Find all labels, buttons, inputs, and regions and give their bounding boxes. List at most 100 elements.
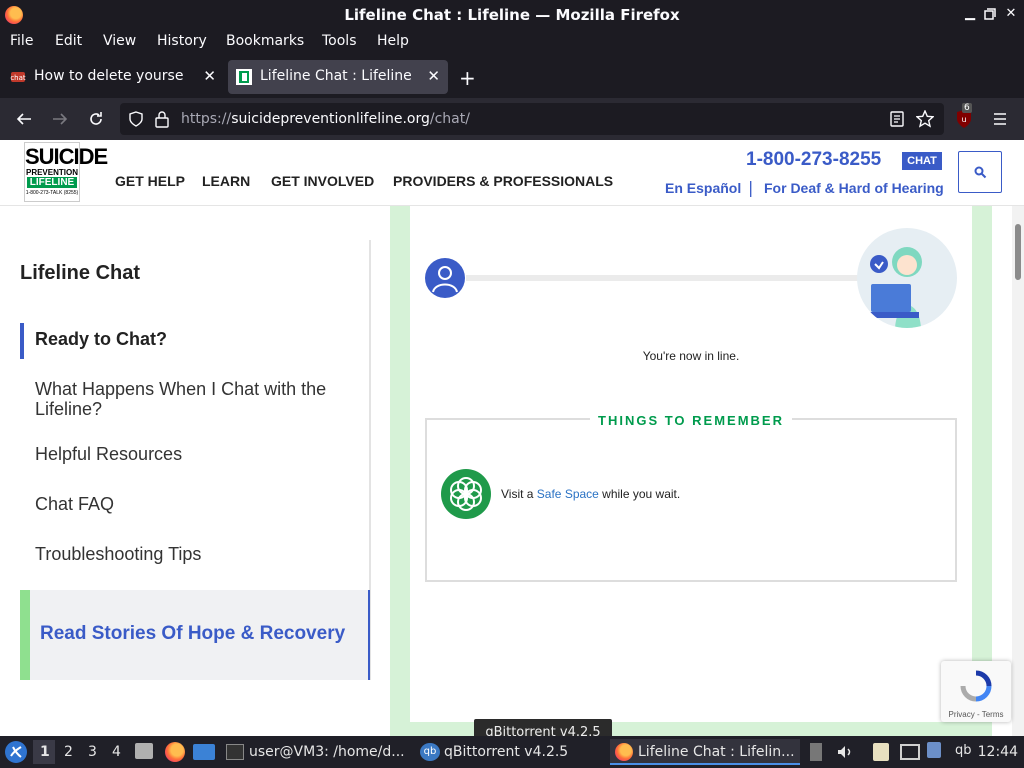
menu-tools[interactable]: Tools: [322, 33, 357, 49]
logo-text: 1-800-273-TALK (8255): [25, 190, 79, 196]
close-tab-icon[interactable]: ✕: [203, 67, 216, 85]
safe-space-text: Visit a Safe Space while you wait.: [501, 487, 681, 501]
taskbar-app-firefox[interactable]: Lifeline Chat : Lifelin...: [610, 739, 800, 765]
network-icon[interactable]: [900, 744, 920, 760]
new-tab-icon[interactable]: +: [459, 66, 476, 90]
chat-badge[interactable]: CHAT: [902, 152, 942, 170]
workspace-4[interactable]: 4: [112, 744, 121, 760]
things-to-remember-title: THINGS TO REMEMBER: [590, 413, 792, 428]
navigation-toolbar: https://suicidepreventionlifeline.org/ch…: [0, 98, 1024, 140]
close-tab-icon[interactable]: ✕: [427, 67, 440, 85]
file-manager-icon[interactable]: [135, 743, 153, 759]
stories-link[interactable]: Read Stories Of Hope & Recovery: [40, 623, 345, 645]
taskbar-app-label: Lifeline Chat : Lifelin...: [638, 744, 795, 760]
workspace-2[interactable]: 2: [64, 744, 73, 760]
search-icon: [974, 166, 987, 179]
sidebar-item-chat-faq[interactable]: Chat FAQ: [35, 494, 355, 514]
stories-callout[interactable]: Read Stories Of Hope & Recovery: [20, 590, 370, 680]
volume-icon[interactable]: [836, 743, 854, 761]
system-taskbar: 1 2 3 4 user@VM3: /home/d... qb qBittorr…: [0, 736, 1024, 768]
counselor-illustration-icon: [857, 228, 957, 328]
svg-text:u: u: [961, 115, 966, 124]
workspace-1[interactable]: 1: [40, 744, 50, 760]
notification-icon[interactable]: [927, 742, 941, 758]
safe-space-flower-icon: [441, 469, 491, 519]
safe-space-link[interactable]: Safe Space: [537, 487, 599, 501]
clipboard-icon[interactable]: [873, 743, 889, 761]
sidebar-item-what-happens[interactable]: What Happens When I Chat with the Lifeli…: [35, 379, 355, 419]
start-menu-icon[interactable]: [5, 741, 27, 763]
lifeline-favicon-icon: [236, 69, 252, 85]
chat-favicon-icon: chat: [10, 72, 26, 82]
restore-icon[interactable]: [981, 5, 999, 23]
window-title: Lifeline Chat : Lifeline — Mozilla Firef…: [344, 6, 680, 24]
menu-help[interactable]: Help: [377, 33, 409, 49]
phone-number-link[interactable]: 1-800-273-8255: [746, 149, 881, 171]
reader-view-icon[interactable]: [889, 111, 905, 127]
svg-text:chat: chat: [10, 74, 26, 82]
deaf-hard-of-hearing-link[interactable]: For Deaf & Hard of Hearing: [764, 180, 944, 196]
menu-edit[interactable]: Edit: [55, 33, 82, 49]
tab-delete-yourself[interactable]: chat How to delete yourself fr ✕: [2, 60, 224, 94]
nav-get-help[interactable]: GET HELP: [115, 173, 185, 189]
nav-learn[interactable]: LEARN: [202, 173, 250, 189]
nav-get-involved[interactable]: GET INVOLVED: [271, 173, 374, 189]
lock-icon[interactable]: [154, 110, 170, 128]
window-titlebar: Lifeline Chat : Lifeline — Mozilla Firef…: [0, 0, 1024, 30]
taskbar-app-terminal[interactable]: user@VM3: /home/d...: [222, 739, 412, 765]
nav-providers[interactable]: PROVIDERS & PROFESSIONALS: [393, 173, 613, 189]
tab-label: How to delete yourself fr: [34, 68, 184, 84]
sidebar-title: Lifeline Chat: [20, 262, 141, 284]
link-separator: |: [748, 178, 754, 197]
reload-icon[interactable]: [84, 107, 108, 131]
back-icon[interactable]: [12, 107, 36, 131]
queue-status-text: You're now in line.: [642, 349, 740, 363]
sidebar-item-ready-to-chat[interactable]: Ready to Chat?: [35, 329, 355, 349]
user-avatar-icon: [425, 258, 465, 298]
sidebar-item-troubleshooting[interactable]: Troubleshooting Tips: [35, 544, 355, 564]
taskbar-app-label: qBittorrent v4.2.5: [444, 744, 569, 760]
bookmark-star-icon[interactable]: [916, 110, 934, 128]
desktop-icon[interactable]: [193, 744, 215, 760]
logo-text: SUICIDE: [25, 144, 108, 169]
firefox-icon: [615, 743, 633, 761]
tab-lifeline-chat[interactable]: Lifeline Chat : Lifeline ✕: [228, 60, 448, 94]
shield-icon[interactable]: [128, 111, 144, 127]
url-text[interactable]: https://suicidepreventionlifeline.org/ch…: [181, 111, 470, 127]
page-scrollbar[interactable]: [1012, 206, 1024, 736]
workspace-3[interactable]: 3: [88, 744, 97, 760]
minimize-icon[interactable]: ▁: [961, 5, 979, 23]
logo-text: LIFELINE: [27, 177, 77, 188]
sidebar-item-helpful-resources[interactable]: Helpful Resources: [35, 444, 355, 464]
lifeline-logo[interactable]: SUICIDE PREVENTION LIFELINE 1-800-273-TA…: [24, 142, 108, 202]
close-window-icon[interactable]: ✕: [1002, 5, 1020, 23]
menu-bar: File Edit View History Bookmarks Tools H…: [0, 30, 1024, 56]
recaptcha-icon: [960, 670, 992, 702]
tab-bar: chat How to delete yourself fr ✕ Lifelin…: [0, 56, 1024, 98]
taskbar-app-qbittorrent[interactable]: qb qBittorrent v4.2.5: [416, 739, 606, 765]
terminal-icon: [226, 744, 244, 760]
tab-label: Lifeline Chat : Lifeline: [260, 68, 412, 84]
scrollbar-thumb[interactable]: [1015, 224, 1021, 280]
recaptcha-badge[interactable]: Privacy - Terms: [941, 661, 1011, 722]
taskbar-app-label: user@VM3: /home/d...: [249, 744, 405, 760]
tray-scroll-icon[interactable]: [810, 743, 822, 761]
espanol-link[interactable]: En Español: [665, 180, 741, 196]
active-indicator: [20, 323, 24, 359]
forward-icon[interactable]: [48, 107, 72, 131]
ublock-extension-icon[interactable]: u 6: [955, 103, 973, 129]
extension-badge: 6: [962, 103, 972, 113]
address-bar[interactable]: https://suicidepreventionlifeline.org/ch…: [120, 103, 944, 135]
menu-view[interactable]: View: [103, 33, 136, 49]
clock[interactable]: 12:44: [978, 744, 1018, 760]
qbittorrent-icon: qb: [420, 743, 440, 761]
menu-history[interactable]: History: [157, 33, 207, 49]
menu-file[interactable]: File: [10, 33, 33, 49]
menu-bookmarks[interactable]: Bookmarks: [226, 33, 304, 49]
qbittorrent-tray-icon[interactable]: qb: [955, 743, 972, 758]
firefox-launcher-icon[interactable]: [165, 742, 185, 762]
site-header: SUICIDE PREVENTION LIFELINE 1-800-273-TA…: [0, 140, 1024, 206]
hamburger-menu-icon[interactable]: [988, 107, 1012, 131]
search-button[interactable]: [958, 151, 1002, 193]
recaptcha-privacy-terms[interactable]: Privacy - Terms: [941, 710, 1011, 719]
